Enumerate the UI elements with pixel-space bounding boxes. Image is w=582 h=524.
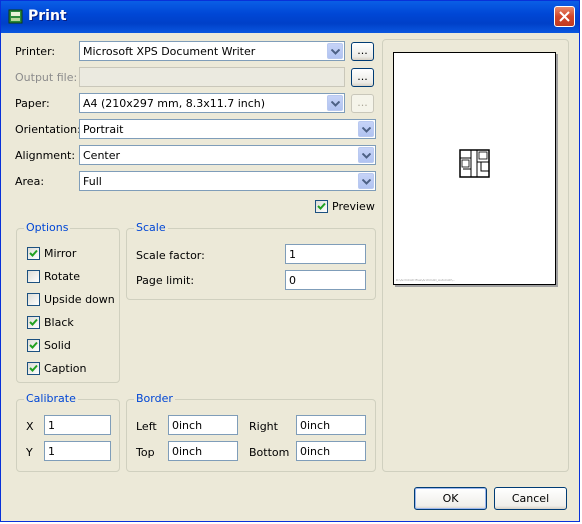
checkbox-box[interactable]: [27, 339, 40, 352]
scale-factor-field[interactable]: 1: [285, 244, 366, 264]
calibrate-x-label: X: [26, 420, 34, 433]
checkmark-icon: [317, 202, 326, 210]
calibrate-y-label: Y: [26, 446, 33, 459]
checkbox-box[interactable]: [27, 247, 40, 260]
printer-app-icon: [8, 9, 23, 24]
calibrate-x-field[interactable]: 1: [44, 415, 111, 435]
paper-label: Paper:: [15, 97, 50, 110]
border-top-label: Top: [136, 446, 155, 459]
mirror-label: Mirror: [44, 247, 77, 260]
preview-label: Preview: [332, 200, 375, 213]
page-limit-field[interactable]: 0: [285, 270, 366, 290]
output-file-browse-button[interactable]: ...: [351, 68, 374, 87]
scale-factor-label: Scale factor:: [136, 249, 205, 262]
orientation-value: Portrait: [83, 123, 124, 136]
close-button[interactable]: [554, 6, 575, 27]
paper-browse-button[interactable]: ...: [351, 94, 374, 113]
alignment-label: Alignment:: [15, 149, 76, 162]
orientation-label: Orientation:: [15, 123, 81, 136]
calibrate-group: Calibrate: [16, 392, 120, 472]
window-title: Print: [28, 8, 67, 24]
alignment-select[interactable]: Center: [79, 145, 376, 165]
printer-value: Microsoft XPS Document Writer: [83, 45, 256, 58]
border-right-label: Right: [249, 420, 278, 433]
alignment-value: Center: [83, 149, 121, 162]
preview-page: D:\ArchiCAD files\ArchiCAD_AutoCAD\...: [393, 52, 556, 285]
checkbox-box[interactable]: [27, 270, 40, 283]
checkbox-box[interactable]: [27, 362, 40, 375]
chevron-down-icon[interactable]: [358, 173, 374, 189]
orientation-select[interactable]: Portrait: [79, 119, 376, 139]
drawing-thumbnail: [459, 149, 490, 178]
border-left-label: Left: [136, 420, 157, 433]
calibrate-group-title: Calibrate: [24, 392, 78, 405]
calibrate-x-value: 1: [48, 419, 55, 432]
border-right-field[interactable]: 0inch: [296, 415, 366, 435]
black-label: Black: [44, 316, 74, 329]
cancel-button[interactable]: Cancel: [494, 487, 567, 510]
border-group-title: Border: [134, 392, 175, 405]
checkbox-box[interactable]: [27, 293, 40, 306]
upside-down-label: Upside down: [44, 293, 115, 306]
area-value: Full: [83, 175, 102, 188]
checkbox-box[interactable]: [315, 200, 328, 213]
calibrate-y-field[interactable]: 1: [44, 441, 111, 461]
checkbox-box[interactable]: [27, 316, 40, 329]
close-icon: [559, 11, 570, 22]
checkmark-icon: [29, 318, 38, 326]
rotate-label: Rotate: [44, 270, 81, 283]
border-top-field[interactable]: 0inch: [168, 441, 238, 461]
chevron-down-icon[interactable]: [327, 95, 343, 111]
scale-factor-value: 1: [289, 248, 296, 261]
border-left-field[interactable]: 0inch: [168, 415, 238, 435]
print-dialog: Print Printer: Microsoft XPS Document Wr…: [0, 0, 580, 522]
page-limit-label: Page limit:: [136, 274, 195, 287]
printer-label: Printer:: [15, 45, 56, 58]
chevron-down-icon[interactable]: [358, 121, 374, 137]
checkmark-icon: [29, 364, 38, 372]
scale-group-title: Scale: [134, 221, 168, 234]
border-group: Border: [126, 392, 376, 472]
border-bottom-field[interactable]: 0inch: [296, 441, 366, 461]
area-label: Area:: [15, 175, 45, 188]
printer-browse-button[interactable]: ...: [351, 42, 374, 61]
output-file-field[interactable]: [79, 67, 345, 87]
preview-caption: D:\ArchiCAD files\ArchiCAD_AutoCAD\...: [396, 278, 456, 282]
ok-button[interactable]: OK: [414, 487, 487, 510]
paper-select[interactable]: A4 (210x297 mm, 8.3x11.7 inch): [79, 93, 345, 113]
border-right-value: 0inch: [300, 419, 331, 432]
border-bottom-label: Bottom: [249, 446, 290, 459]
title-bar[interactable]: Print: [1, 1, 579, 33]
page-limit-value: 0: [289, 274, 296, 287]
printer-select[interactable]: Microsoft XPS Document Writer: [79, 41, 345, 61]
border-left-value: 0inch: [172, 419, 203, 432]
area-select[interactable]: Full: [79, 171, 376, 191]
options-group-title: Options: [24, 221, 71, 234]
chevron-down-icon[interactable]: [358, 147, 374, 163]
border-bottom-value: 0inch: [300, 445, 331, 458]
caption-label: Caption: [44, 362, 87, 375]
calibrate-y-value: 1: [48, 445, 55, 458]
checkmark-icon: [29, 249, 38, 257]
output-file-label: Output file:: [15, 71, 78, 84]
border-top-value: 0inch: [172, 445, 203, 458]
paper-value: A4 (210x297 mm, 8.3x11.7 inch): [83, 97, 266, 110]
chevron-down-icon[interactable]: [327, 43, 343, 59]
checkmark-icon: [29, 341, 38, 349]
solid-label: Solid: [44, 339, 71, 352]
